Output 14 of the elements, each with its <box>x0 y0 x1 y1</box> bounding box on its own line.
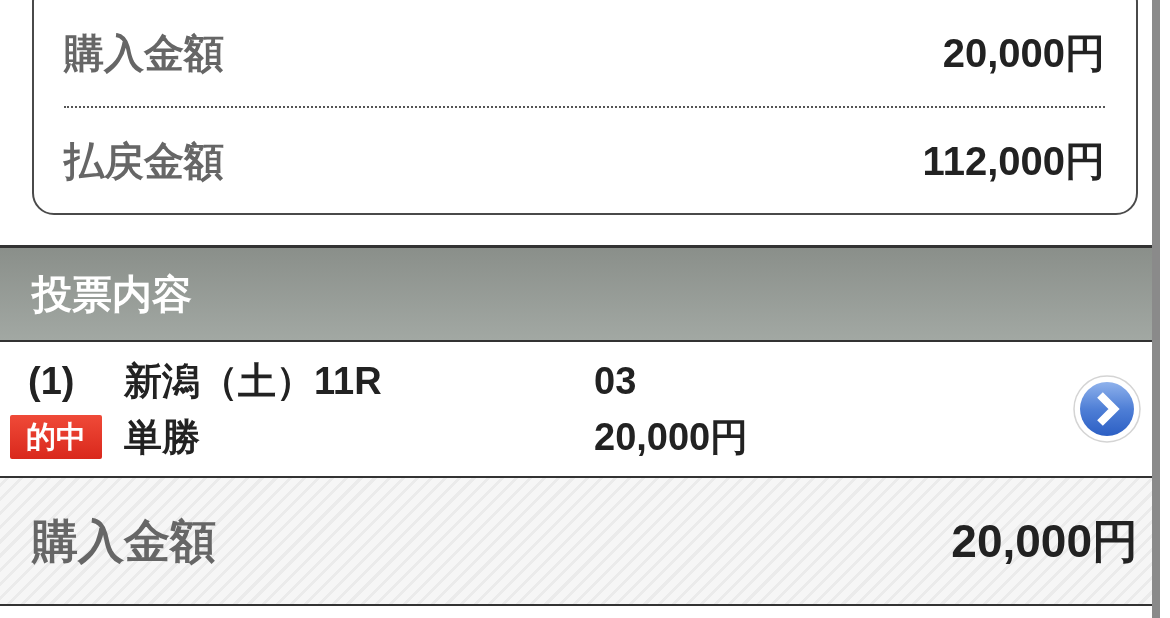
amount-value: 20,000円 <box>942 30 1105 77</box>
bet-type: 単勝 <box>124 415 200 460</box>
race-name: 新潟（土）11R <box>124 359 382 404</box>
hit-badge: 的中 <box>10 415 102 459</box>
bet-selection: 03 <box>594 359 637 404</box>
section-title: 投票内容 <box>32 271 192 318</box>
chevron-circle-icon[interactable] <box>1073 375 1141 443</box>
total-label: 購入金額 <box>32 514 216 568</box>
bet-number: (1) <box>28 359 75 404</box>
amount-value: 112,000円 <box>922 137 1105 185</box>
amount-label: 購入金額 <box>64 30 224 77</box>
amount-label: 払戻金額 <box>64 137 224 185</box>
total-value: 20,000円 <box>951 514 1138 568</box>
bet-amount: 20,000円 <box>594 415 749 460</box>
